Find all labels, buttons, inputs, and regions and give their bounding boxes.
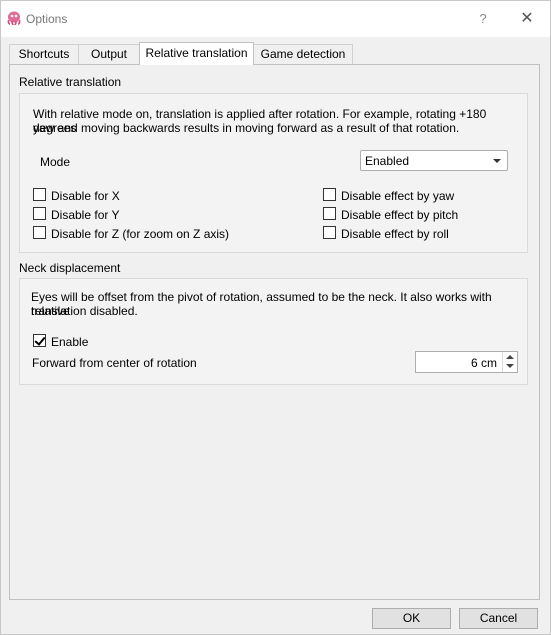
spin-buttons[interactable] [502,352,517,372]
enable-label: Enable [51,335,89,349]
disable-y-checkbox[interactable] [33,207,46,220]
neck-displacement-group: Eyes will be offset from the pivot of ro… [19,278,528,385]
tab-relative-translation[interactable]: Relative translation [139,42,254,65]
tab-panel: Relative translation With relative mode … [9,64,540,600]
disable-roll-label: Disable effect by roll [341,227,449,241]
disable-pitch-label: Disable effect by pitch [341,208,459,222]
forward-value: 6 cm [470,356,497,370]
ok-button[interactable]: OK [372,608,451,629]
enable-checkbox[interactable] [33,334,46,347]
relative-translation-group: With relative mode on, translation is ap… [19,93,528,253]
cancel-button[interactable]: Cancel [459,608,538,629]
tab-game-detection[interactable]: Game detection [253,44,353,64]
disable-roll-checkbox[interactable] [323,226,336,239]
disable-pitch-checkbox[interactable] [323,207,336,220]
forward-spinbox[interactable]: 6 cm [415,351,518,373]
disable-y-label: Disable for Y [51,208,120,222]
app-octopus-icon [7,11,21,25]
title-bar: Options ? ✕ [1,1,550,37]
relative-translation-title: Relative translation [19,75,122,89]
relative-translation-desc-line2: yaw and moving backwards results in movi… [33,121,460,135]
neck-displacement-title: Neck displacement [19,261,121,275]
disable-yaw-label: Disable effect by yaw [341,189,455,203]
help-button[interactable]: ? [471,7,495,31]
neck-desc-line2: translation disabled. [31,304,138,318]
forward-label: Forward from center of rotation [32,356,197,370]
disable-yaw-checkbox[interactable] [323,188,336,201]
disable-z-checkbox[interactable] [33,226,46,239]
mode-select[interactable]: Enabled [360,150,508,171]
mode-label: Mode [40,155,71,169]
tab-output[interactable]: Output [78,44,140,64]
chevron-up-icon[interactable] [506,355,514,359]
options-dialog: Options ? ✕ Shortcuts Output Relative tr… [0,0,551,635]
window-title: Options [26,12,68,26]
mode-value: Enabled [365,154,410,168]
chevron-down-icon[interactable] [506,364,514,368]
disable-z-label: Disable for Z (for zoom on Z axis) [51,227,230,241]
chevron-down-icon [493,159,501,163]
close-button[interactable]: ✕ [515,7,539,31]
tab-shortcuts[interactable]: Shortcuts [9,44,79,64]
disable-x-checkbox[interactable] [33,188,46,201]
disable-x-label: Disable for X [51,189,120,203]
